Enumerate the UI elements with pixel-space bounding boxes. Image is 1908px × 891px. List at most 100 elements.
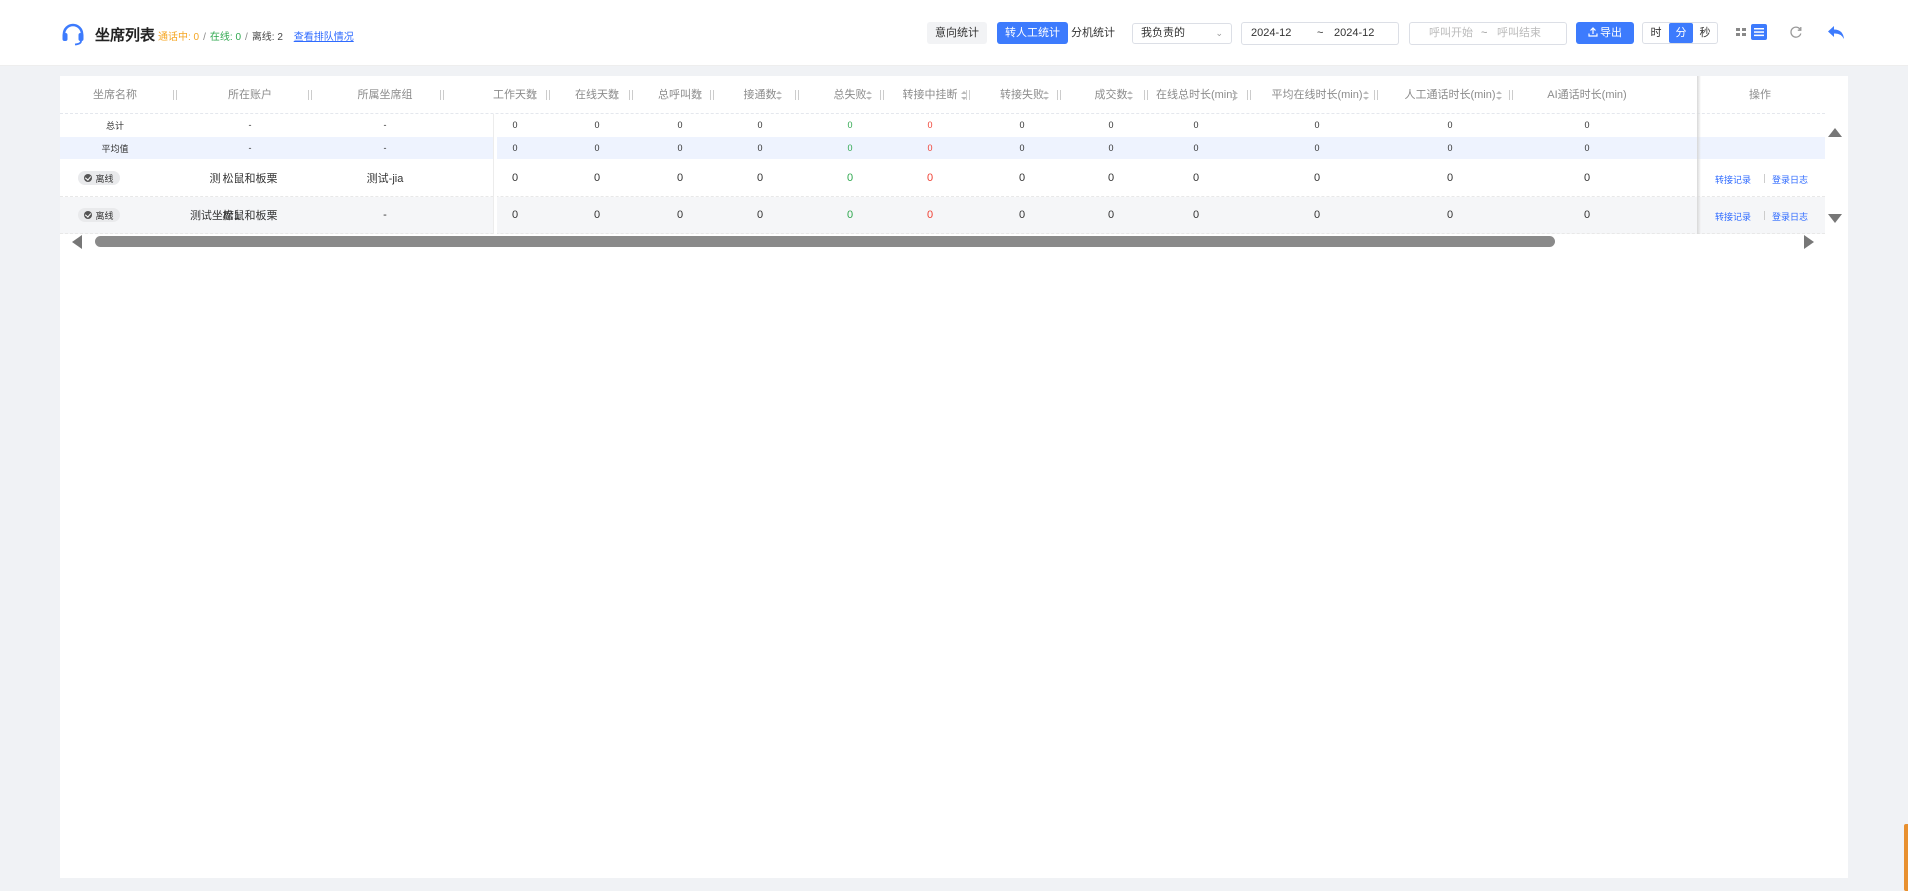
table-cell: 0 [1018,172,1026,184]
transfer-record-link[interactable]: 转接记录 [1715,173,1751,186]
table-cell: 0 [1446,172,1454,184]
column-resize-handle[interactable] [307,90,312,100]
table-cell: 0 [1447,143,1453,153]
sort-icon[interactable] [776,91,782,101]
column-resize-handle[interactable] [1056,90,1061,100]
column-resize-handle[interactable] [628,90,633,100]
table-cell: 0 [1583,209,1591,221]
agent-table-panel: 坐席名称 所在账户 所属坐席组 工作天数 在线天数 总呼叫数 接通数 总失败 转接中挂断 转接失败… [60,76,1848,878]
date-start: 2024-12 [1251,27,1292,39]
column-header: 所在账户 [228,89,272,101]
table-cell: 0 [926,172,934,184]
call-range-separator: ~ [1481,27,1488,39]
time-unit-toggle: 时 分 秒 [1642,22,1718,44]
scope-select[interactable]: 我负责的 ⌄ [1132,23,1232,44]
table-cell: 0 [1446,209,1454,221]
login-log-link[interactable]: 登录日志 [1772,173,1808,186]
unit-hour[interactable]: 时 [1644,23,1668,43]
sort-icon[interactable] [866,91,872,101]
scroll-right-arrow-icon[interactable] [1804,235,1814,249]
grid-view-icon[interactable] [1733,24,1749,40]
table-header: 坐席名称 所在账户 所属坐席组 工作天数 在线天数 总呼叫数 接通数 总失败 转接中挂断 转接失败… [60,76,1825,114]
table-row[interactable]: 离线 测试坐席1 松鼠和板栗 -0 0 0 0 0 0 0 0 0 0 0 0 转接记录 登录日志 [60,197,1825,234]
table-cell: 0 [1019,120,1025,130]
table-cell: 0 [1193,143,1199,153]
sort-icon[interactable] [1127,91,1133,101]
unit-minute[interactable]: 分 [1669,23,1693,43]
table-cell: 0 [594,143,600,153]
headset-icon [62,23,84,46]
back-icon[interactable] [1826,22,1846,42]
sort-icon[interactable] [696,91,702,101]
column-header[interactable]: 在线天数 [557,76,637,114]
table-cell: 0 [511,172,519,184]
date-end: 2024-12 [1334,27,1375,39]
sort-icon[interactable] [1363,91,1369,101]
table-cell: 0 [1447,120,1453,130]
table-cell: 0 [1584,143,1590,153]
sort-icon[interactable] [1496,91,1502,101]
column-resize-handle[interactable] [795,90,799,100]
queue-status-link[interactable]: 查看排队情况 [294,32,354,43]
scroll-down-arrow-icon[interactable] [1828,214,1842,223]
table-row[interactable]: 离线测松鼠和板栗 测试-jia 0 0 0 0 0 0 0 0 0 0 0 0 转接记录 登录日志 [60,160,1825,197]
date-range-separator: ~ [1317,27,1324,39]
table-cell: 0 [677,120,683,130]
total-row: 总计 - -0 0 0 0 0 0 0 0 0 0 0 0 [60,114,1825,136]
table-cell: 0 [926,209,934,221]
export-button[interactable]: 导出 [1576,22,1634,44]
column-resize-handle[interactable] [1508,90,1513,100]
column-header: 操作 [1749,89,1771,101]
transfer-record-link[interactable]: 转接记录 [1715,210,1751,223]
scrollbar-thumb[interactable] [95,236,1555,247]
side-drawer-tab[interactable] [1904,824,1908,891]
table-cell: 0 [512,143,518,153]
list-view-icon[interactable] [1751,24,1767,40]
check-circle-icon [84,211,93,219]
column-resize-handle[interactable] [710,90,714,100]
action-divider [1764,211,1765,220]
tab-extension-stats[interactable]: 分机统计 [1063,22,1123,44]
average-row: 平均值 - -0 0 0 0 0 0 0 0 0 0 0 0 [60,137,1825,159]
table-cell: - [383,120,387,130]
sort-icon[interactable] [613,91,619,101]
column-header[interactable]: 在线总时长(min) [1136,76,1256,114]
call-end-input[interactable]: 呼叫结束 [1497,23,1541,44]
date-range-picker[interactable]: 2024-12 ~ 2024-12 [1241,22,1399,45]
table-cell: 0 [1314,143,1320,153]
unit-second[interactable]: 秒 [1693,23,1717,43]
table-cell: 0 [1313,209,1321,221]
table-cell: 0 [756,209,764,221]
column-header[interactable]: 转接失败 [977,76,1067,114]
sort-icon[interactable] [1043,91,1049,101]
status-badge-label: 离线 [95,173,114,184]
column-resize-handle[interactable] [440,90,444,100]
table-cell: 0 [1313,172,1321,184]
table-cell: 0 [757,143,763,153]
call-start-input[interactable]: 呼叫开始 [1429,23,1473,44]
column-header[interactable]: 接通数 [720,76,800,114]
fixed-column-shadow [1697,76,1701,234]
status-separator: / [203,32,206,43]
call-time-range[interactable]: 呼叫开始 ~ 呼叫结束 [1409,22,1567,45]
table-cell: 0 [1584,120,1590,130]
calling-count: 通话中: 0 [158,32,200,43]
column-header[interactable]: 工作天数 [475,76,555,114]
column-resize-handle[interactable] [1373,90,1378,100]
table-cell: 0 [757,120,763,130]
column-header[interactable]: 总呼叫数 [640,76,720,114]
horizontal-scrollbar[interactable] [60,234,1848,249]
table-cell: 0 [1192,172,1200,184]
refresh-icon[interactable] [1788,24,1804,40]
action-divider [1764,174,1765,183]
scroll-left-arrow-icon[interactable] [72,235,82,249]
scroll-up-arrow-icon[interactable] [1828,128,1842,137]
sort-icon[interactable] [531,91,537,101]
table-cell: 0 [512,120,518,130]
column-resize-handle[interactable] [966,90,970,100]
login-log-link[interactable]: 登录日志 [1772,210,1808,223]
column-resize-handle[interactable] [546,90,550,100]
tab-transfer-stats[interactable]: 转人工统计 [997,22,1068,44]
tab-intent-stats[interactable]: 意向统计 [927,22,987,44]
sort-icon[interactable] [1232,91,1238,101]
